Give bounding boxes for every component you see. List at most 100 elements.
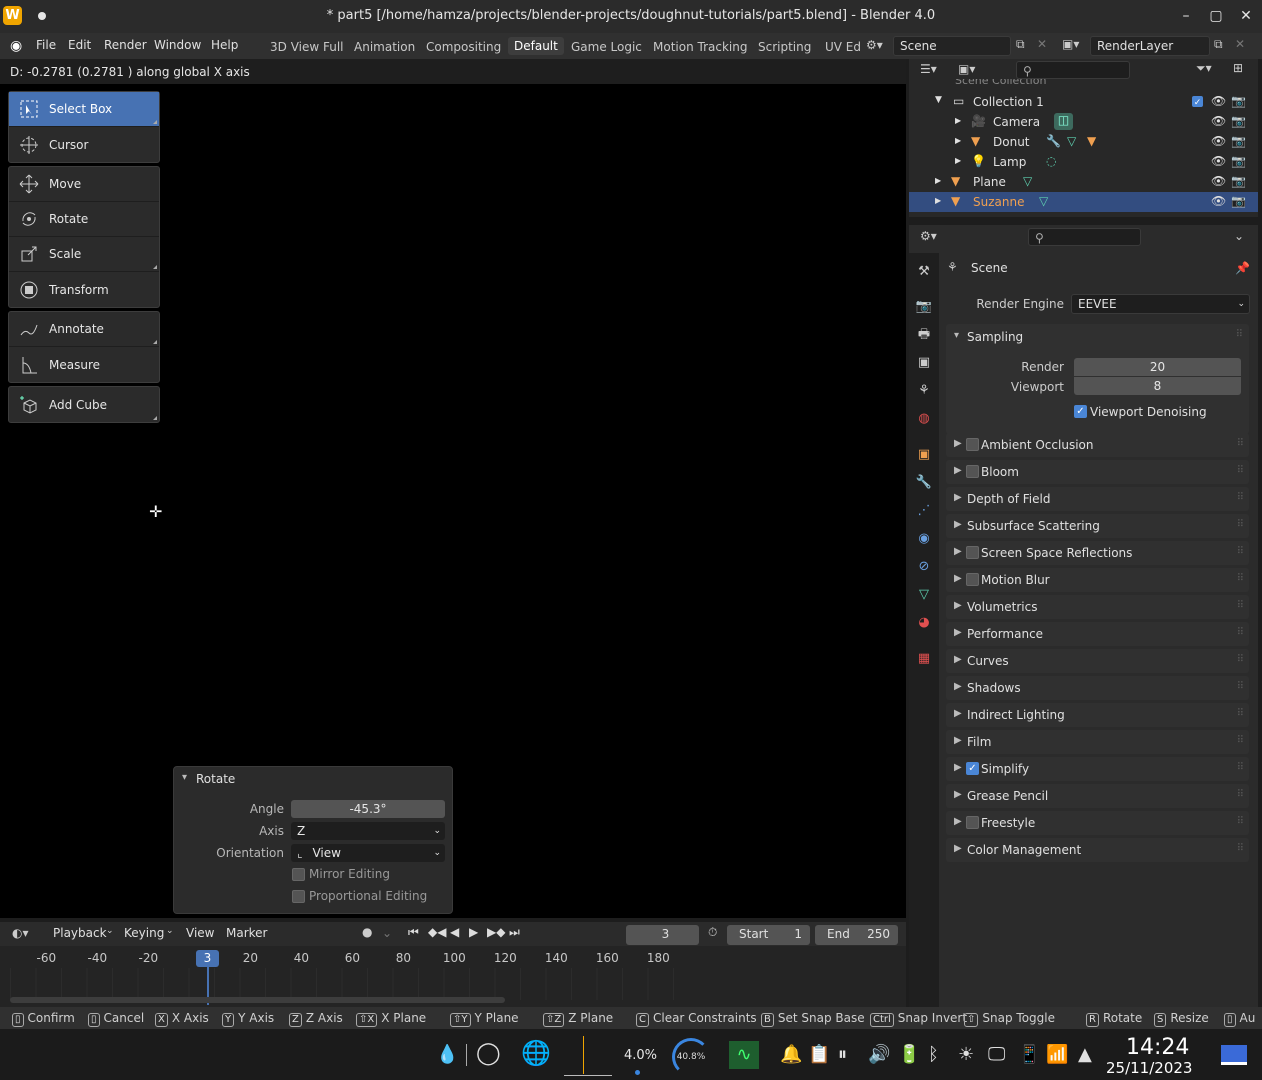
camera-render-icon[interactable]: 📷 (1231, 174, 1246, 188)
chevron-right-icon[interactable]: ▶ (955, 156, 961, 165)
chevron-right-icon[interactable]: ▶ (954, 492, 962, 503)
end-frame-field[interactable]: End 250 (815, 925, 898, 945)
panel-motion-blur[interactable]: ▶ Motion Blur ⠿ (946, 568, 1249, 592)
chevron-right-icon[interactable]: ▶ (954, 438, 962, 449)
orientation-select[interactable]: ⌞ View ⌄ (291, 844, 445, 862)
tool-cursor[interactable]: Cursor (9, 127, 159, 162)
menu-help[interactable]: Help (211, 38, 238, 52)
object-tab-icon[interactable]: ▣ (915, 446, 933, 464)
workspace-tab-default[interactable]: Default (508, 37, 564, 55)
chevron-right-icon[interactable]: ▶ (935, 196, 941, 205)
chevron-down-icon[interactable]: ⌄ (1234, 229, 1244, 243)
chevron-down-icon[interactable]: ▼ (935, 95, 942, 105)
workspace-tab-uv[interactable]: UV Ed (825, 40, 861, 54)
volume-icon[interactable]: 🔊 (868, 1044, 890, 1065)
chevron-right-icon[interactable]: ▶ (954, 816, 962, 827)
drag-grip-icon[interactable]: ⠿ (1237, 681, 1244, 692)
tool-tab-icon[interactable]: ⚒ (915, 263, 933, 281)
tool-rotate[interactable]: Rotate (9, 202, 159, 237)
camera-render-icon[interactable]: 📷 (1231, 94, 1246, 108)
panel-freestyle[interactable]: ▶ Freestyle ⠿ (946, 811, 1249, 835)
new-collection-icon[interactable]: ⊞ (1233, 61, 1243, 75)
drag-grip-icon[interactable]: ⠿ (1237, 600, 1244, 611)
camera-render-icon[interactable]: 📷 (1231, 134, 1246, 148)
prev-keyframe-icon[interactable]: ◆◀ (428, 925, 446, 939)
chevron-right-icon[interactable]: ▶ (954, 789, 962, 800)
panel-performance[interactable]: ▶ Performance ⠿ (946, 622, 1249, 646)
drag-grip-icon[interactable]: ⠿ (1237, 546, 1244, 557)
play-icon[interactable]: ▶ (469, 925, 478, 939)
scene-field[interactable]: Scene (893, 36, 1011, 56)
panel-grease-pencil[interactable]: ▶ Grease Pencil ⠿ (946, 784, 1249, 808)
clock-time[interactable]: 14:24 (1126, 1035, 1189, 1060)
scene-collection-row[interactable]: Scene Collection (955, 79, 1255, 87)
properties-search-input[interactable]: ⚲ (1028, 228, 1141, 246)
timeline-scrollbar[interactable] (10, 997, 505, 1003)
minimize-icon[interactable]: – (1178, 8, 1194, 24)
exclude-checkbox[interactable]: ✓ (1192, 96, 1203, 108)
battery-icon[interactable]: 🔋 (898, 1044, 920, 1065)
drag-grip-icon[interactable]: ⠿ (1237, 573, 1244, 584)
chevron-down-icon[interactable]: ⌄ (382, 926, 392, 940)
chevron-right-icon[interactable]: ▶ (954, 600, 962, 611)
angle-field[interactable]: -45.3° (291, 800, 445, 818)
eye-icon[interactable]: 👁 (1211, 114, 1226, 128)
tool-transform[interactable]: Transform (9, 272, 159, 307)
timeline-menu-view[interactable]: View (186, 926, 214, 940)
viewport-denoising-checkbox[interactable]: ✓ (1074, 405, 1087, 418)
particles-tab-icon[interactable]: ⋰ (915, 502, 933, 520)
drag-grip-icon[interactable]: ⠿ (1237, 519, 1244, 530)
panel-enable-checkbox[interactable]: ✓ (966, 762, 979, 775)
blender-logo-icon[interactable]: ◉ (10, 38, 22, 54)
menu-render[interactable]: Render (104, 38, 147, 52)
menu-edit[interactable]: Edit (68, 38, 91, 52)
filter-icon[interactable]: ⏷▾ (1196, 61, 1212, 76)
new-view-layer-icon[interactable]: ⧉ (1214, 37, 1223, 52)
drag-grip-icon[interactable]: ⠿ (1237, 465, 1244, 476)
panel-enable-checkbox[interactable] (966, 465, 979, 478)
new-scene-icon[interactable]: ⧉ (1016, 37, 1025, 52)
chevron-right-icon[interactable]: ▶ (954, 762, 962, 773)
memory-usage[interactable]: 40.8% (672, 1038, 710, 1076)
workspace-tab-animation[interactable]: Animation (354, 40, 415, 54)
panel-subsurface-scattering[interactable]: ▶ Subsurface Scattering ⠿ (946, 514, 1249, 538)
outliner-search-input[interactable]: ⚲ (1016, 61, 1130, 79)
workspace-tab-3d-view-full[interactable]: 3D View Full (270, 40, 344, 54)
editor-type-icon[interactable]: ◐▾ (12, 926, 29, 940)
playhead-frame[interactable]: 3 (196, 950, 219, 967)
outliner-row-camera[interactable]: ▶ 🎥 Camera ◫ 👁 📷 (909, 112, 1258, 132)
panel-shadows[interactable]: ▶ Shadows ⠿ (946, 676, 1249, 700)
chevron-down-icon[interactable]: ▾ (954, 330, 959, 341)
timeline-menu-keying[interactable]: Keying (124, 926, 164, 940)
current-frame-field[interactable]: 3 (626, 925, 699, 945)
chevron-right-icon[interactable]: ▶ (954, 708, 962, 719)
jump-start-icon[interactable]: ⏮ (408, 925, 419, 940)
chevron-right-icon[interactable]: ▶ (954, 843, 962, 854)
notification-icon[interactable]: 🔔 (780, 1044, 802, 1065)
outliner-row-lamp[interactable]: ▶ 💡 Lamp ◌ 👁 📷 (909, 152, 1258, 172)
chevron-right-icon[interactable]: ▶ (954, 573, 962, 584)
samples-render-field[interactable]: 20 (1074, 358, 1241, 376)
menu-file[interactable]: File (36, 38, 56, 52)
drag-grip-icon[interactable]: ⠿ (1237, 627, 1244, 638)
cpu-usage[interactable]: 4.0% (624, 1048, 657, 1063)
delete-scene-icon[interactable]: ✕ (1037, 37, 1047, 51)
maximize-icon[interactable]: ▢ (1208, 8, 1224, 24)
timer-icon[interactable]: ⏱ (708, 925, 717, 940)
texture-tab-icon[interactable]: ▦ (915, 650, 933, 668)
panel-enable-checkbox[interactable] (966, 816, 979, 829)
chevron-right-icon[interactable]: ▶ (954, 627, 962, 638)
tool-measure[interactable]: Measure (9, 347, 159, 382)
workspace-tab-compositing[interactable]: Compositing (426, 40, 501, 54)
drag-grip-icon[interactable]: ⠿ (1237, 438, 1244, 449)
proportional-editing-checkbox[interactable] (292, 890, 305, 903)
workspace-tab-game-logic[interactable]: Game Logic (571, 40, 642, 54)
mesh-data-icon[interactable]: ▽ (1067, 134, 1076, 148)
panel-curves[interactable]: ▶ Curves ⠿ (946, 649, 1249, 673)
next-keyframe-icon[interactable]: ▶◆ (487, 925, 505, 939)
color-picker-icon[interactable]: 💧 (436, 1044, 458, 1065)
panel-color-management[interactable]: ▶ Color Management ⠿ (946, 838, 1249, 862)
drag-grip-icon[interactable]: ⠿ (1237, 789, 1244, 800)
workspace-tab-scripting[interactable]: Scripting (758, 40, 811, 54)
panel-bloom[interactable]: ▶ Bloom ⠿ (946, 460, 1249, 484)
